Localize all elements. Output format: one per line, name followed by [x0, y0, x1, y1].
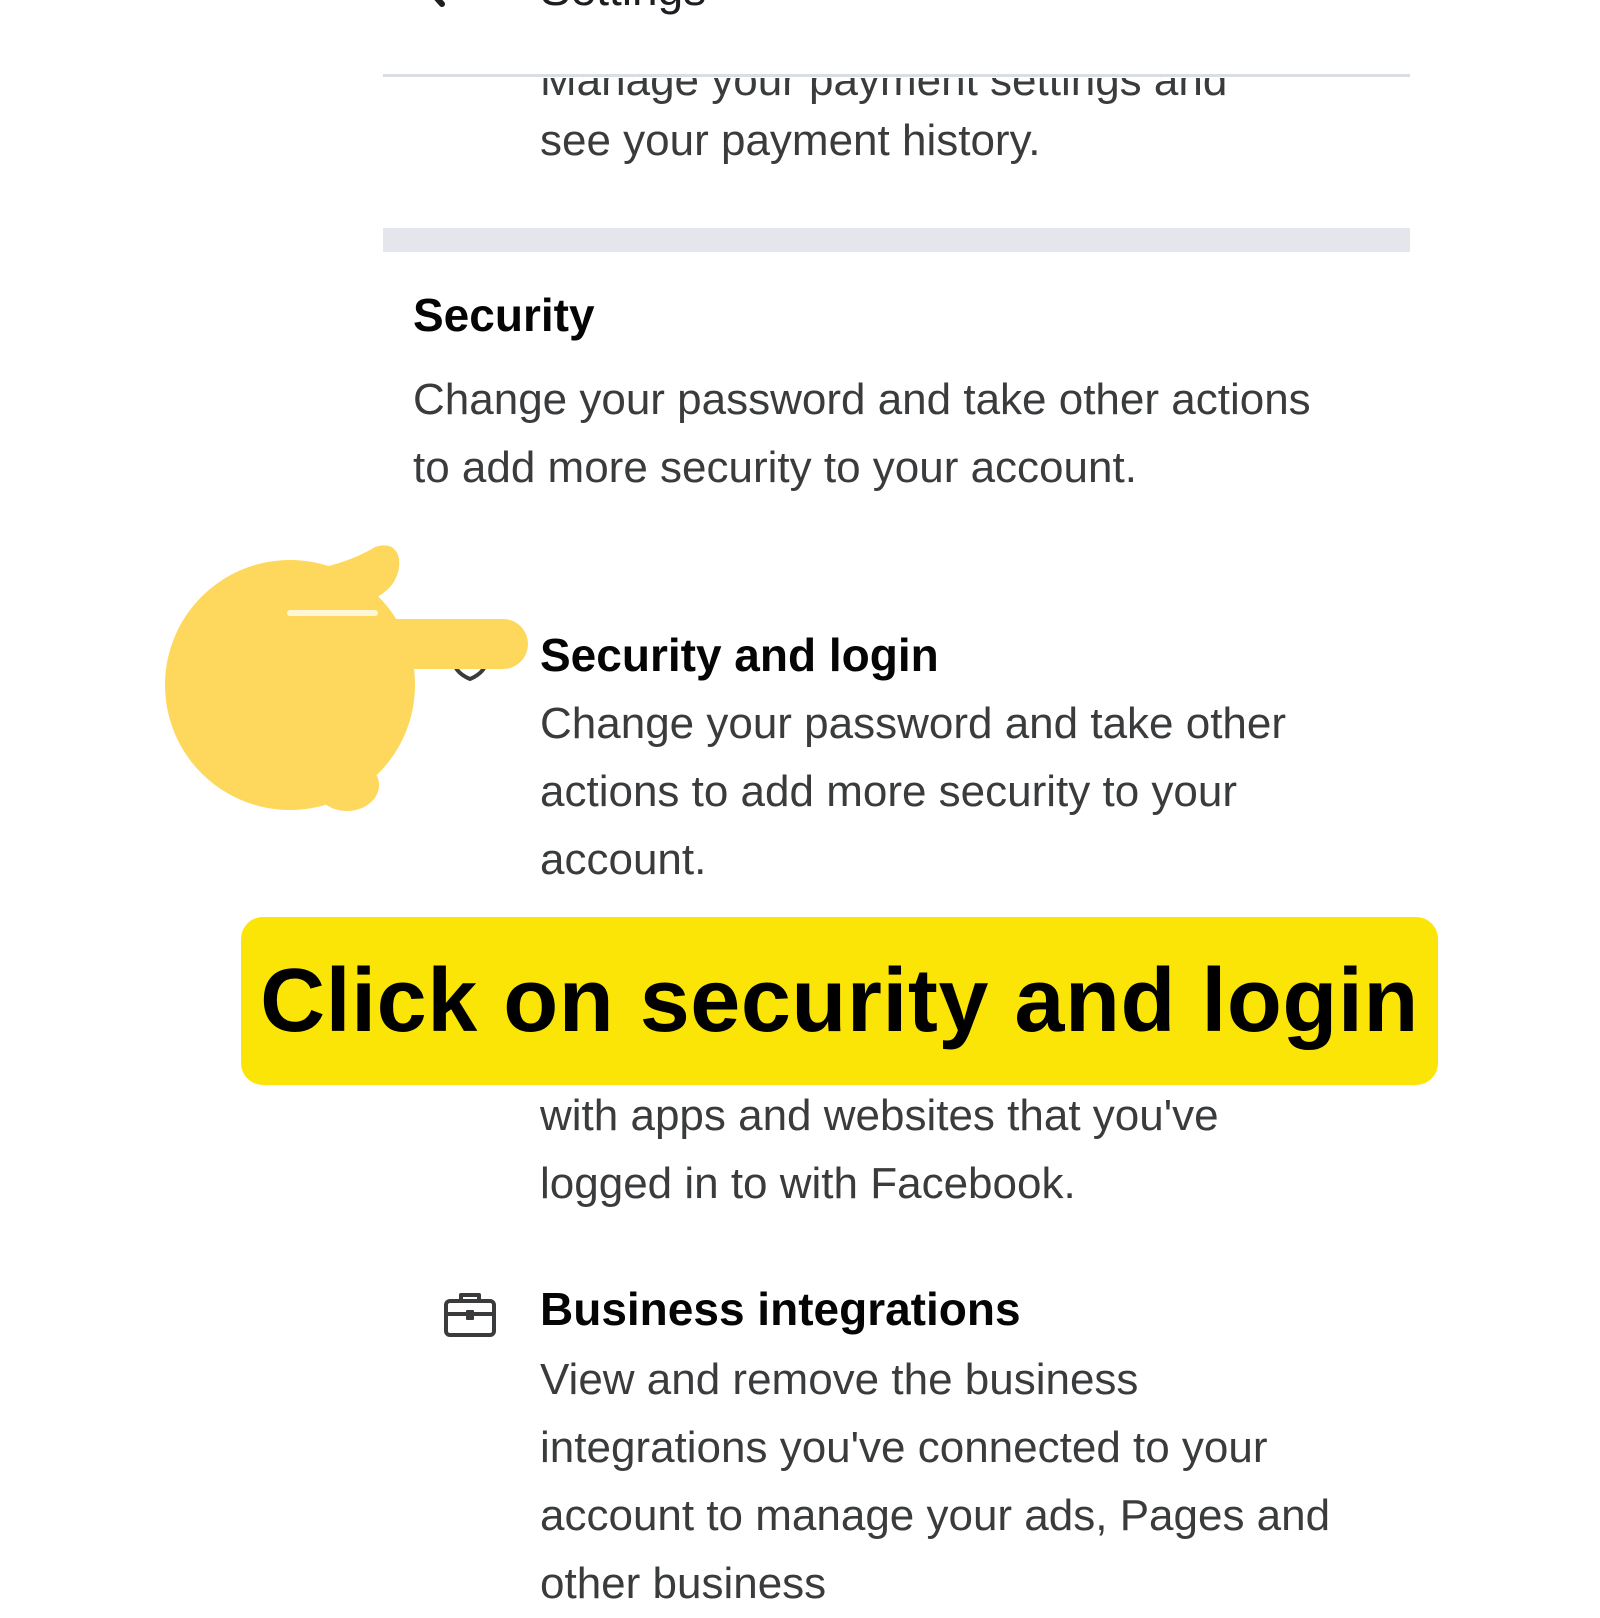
header-divider	[383, 74, 1410, 77]
security-section-description: Change your password and take other acti…	[413, 375, 1311, 492]
business-integrations-description: View and remove the business integration…	[540, 1355, 1331, 1608]
security-and-login-link[interactable]: Security and login	[540, 628, 939, 682]
payments-description-line1: Manage your payment settings and	[540, 56, 1228, 105]
apps-and-websites-description: with apps and websites that you've logge…	[540, 1091, 1219, 1208]
business-integrations-link[interactable]: Business integrations	[540, 1282, 1021, 1336]
security-section-title: Security	[413, 289, 595, 341]
back-arrow-icon[interactable]	[420, 0, 464, 16]
page-title: Settings	[540, 0, 706, 16]
section-divider	[383, 228, 1410, 252]
instruction-banner-text: Click on security and login	[260, 950, 1419, 1051]
instruction-banner: Click on security and login	[241, 917, 1438, 1085]
payments-description-line2: see your payment history.	[540, 116, 1041, 165]
pointing-hand-icon	[165, 545, 528, 811]
briefcase-icon	[444, 1293, 496, 1337]
security-and-login-description: Change your password and take other acti…	[540, 699, 1287, 884]
